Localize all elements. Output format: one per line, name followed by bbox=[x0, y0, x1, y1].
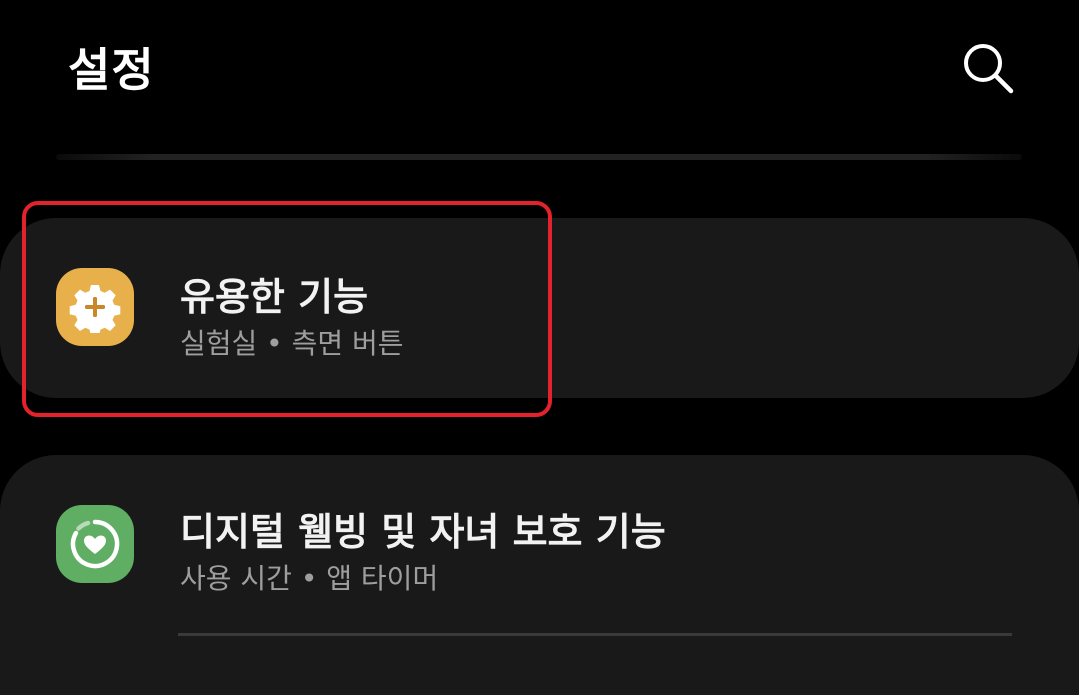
digital-wellbeing-icon-badge bbox=[56, 505, 134, 583]
item-subtitle: 사용 시간 • 앱 타이머 bbox=[180, 562, 439, 595]
page-title: 설정 bbox=[68, 43, 155, 97]
item-title: 디지털 웰빙 및 자녀 보호 기능 bbox=[180, 510, 666, 554]
gear-plus-icon bbox=[69, 285, 121, 333]
advanced-features-icon-badge bbox=[56, 268, 134, 346]
list-divider bbox=[178, 633, 1012, 636]
header-divider bbox=[56, 154, 1022, 160]
item-title: 유용한 기능 bbox=[180, 275, 369, 319]
item-subtitle: 실험실 • 측면 버튼 bbox=[180, 327, 404, 360]
settings-item-advanced-features[interactable]: 유용한 기능 실험실 • 측면 버튼 bbox=[0, 218, 1079, 398]
heart-ring-icon bbox=[70, 519, 120, 569]
settings-item-digital-wellbeing[interactable]: 디지털 웰빙 및 자녀 보호 기능 사용 시간 • 앱 타이머 bbox=[0, 455, 1079, 669]
search-button[interactable] bbox=[956, 36, 1020, 100]
search-icon bbox=[964, 44, 1014, 94]
